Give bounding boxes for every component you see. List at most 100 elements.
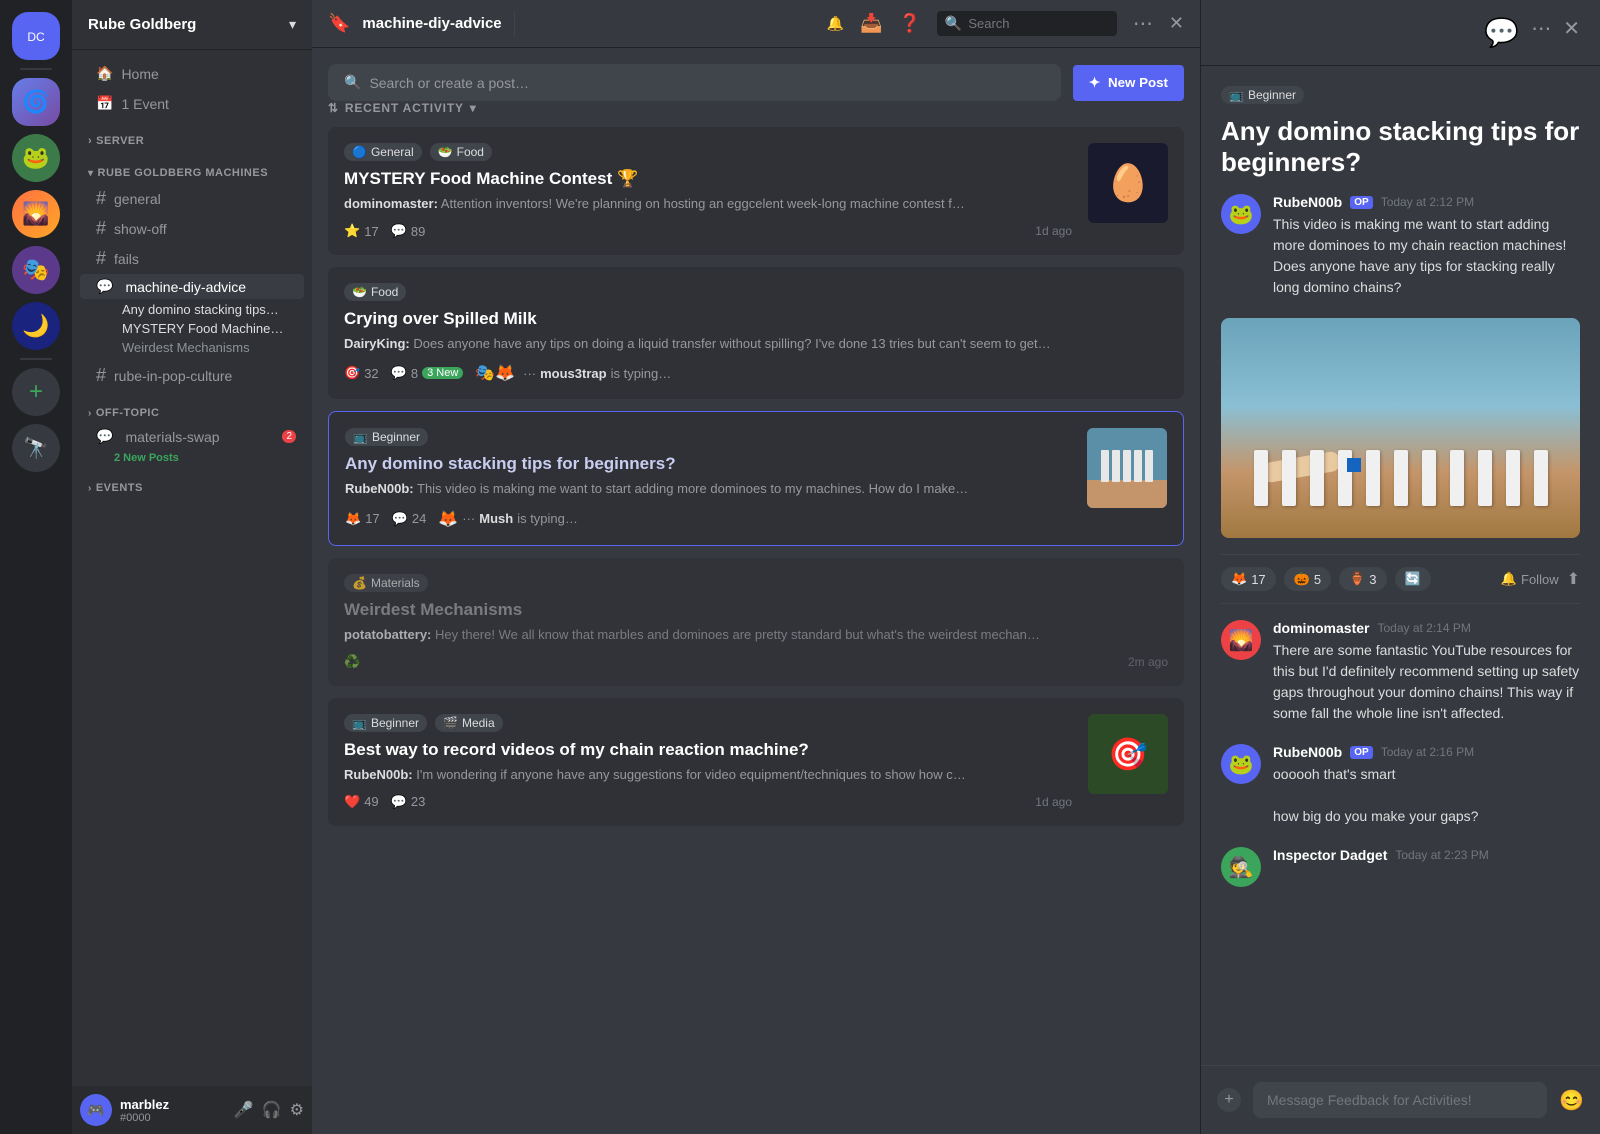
- sidebar-channel-machine-diy[interactable]: 💬 machine-diy-advice: [80, 274, 304, 299]
- reactions-4: ♻️: [344, 654, 360, 670]
- forum-search-input[interactable]: [369, 75, 1044, 91]
- post-thumbnail-3: [1087, 428, 1167, 508]
- new-post-button[interactable]: ✦ New Post: [1073, 65, 1184, 101]
- post-preview-2: DairyKing: Does anyone have any tips on …: [344, 335, 1168, 353]
- discord-home-button[interactable]: DC: [12, 12, 60, 60]
- post-title-2: Crying over Spilled Milk: [344, 309, 1168, 329]
- inbox-icon[interactable]: 📥: [860, 13, 882, 34]
- tag-food[interactable]: 🥗 Food: [430, 143, 492, 161]
- post-card-4[interactable]: 💰 Materials Weirdest Mechanisms potatoba…: [328, 558, 1184, 686]
- thread-tag-beginner[interactable]: 📺 Beginner: [1221, 86, 1304, 104]
- sidebar-item-home[interactable]: 🏠 Home: [80, 59, 304, 88]
- hash-icon-4: #: [96, 365, 106, 386]
- activity-header[interactable]: ⇅ RECENT ACTIVITY ▾: [328, 101, 1184, 115]
- reactions-3: 🦊 17: [345, 511, 380, 527]
- post-preview-4: potatobattery: Hey there! We all know th…: [344, 626, 1168, 644]
- new-post-icon: ✦: [1089, 75, 1100, 91]
- tag-general[interactable]: 🔵 General: [344, 143, 422, 161]
- emoji-picker-icon[interactable]: 😊: [1559, 1088, 1584, 1113]
- server-icon-5[interactable]: 🌙: [12, 302, 60, 350]
- reaction-urn[interactable]: 🏺3: [1339, 567, 1386, 591]
- sidebar-nav: 🏠 Home 📅 1 Event › SERVER ▾ RUBE GOLDBER…: [72, 50, 312, 1086]
- server-icon-2[interactable]: 🐸: [12, 134, 60, 182]
- post-card-5[interactable]: 📺 Beginner 🎬 Media Best way to record vi…: [328, 698, 1184, 826]
- section-rgb-machines: ▾ RUBE GOLDBERG MACHINES: [72, 151, 312, 183]
- section-events[interactable]: › EVENTS: [72, 466, 312, 498]
- settings-icon[interactable]: ⚙: [290, 1100, 304, 1120]
- thread-content: 📺 Beginner Any domino stacking tips for …: [1201, 66, 1600, 1065]
- chevron-right-icon-events: ›: [88, 483, 92, 494]
- post-meta-1: ⭐ 17 💬 89 1d ago: [344, 223, 1072, 239]
- channel-name-diy: machine-diy-advice: [125, 279, 246, 295]
- more-options-icon[interactable]: ⋯: [1133, 11, 1153, 36]
- reaction-cycle[interactable]: 🔄: [1395, 567, 1431, 591]
- forum-icon-2: 💬: [96, 428, 113, 445]
- reaction-pumpkin[interactable]: 🎃5: [1284, 567, 1331, 591]
- add-message-button[interactable]: +: [1217, 1088, 1241, 1112]
- post-title-1: MYSTERY Food Machine Contest 🏆: [344, 169, 1072, 189]
- tag-media[interactable]: 🎬 Media: [435, 714, 503, 732]
- sidebar-channel-general[interactable]: # general: [80, 184, 304, 213]
- user-controls: 🎤 🎧 ⚙: [234, 1100, 304, 1120]
- message-content-1: RubeN00b OP Today at 2:12 PM This video …: [1273, 194, 1580, 298]
- time-4: 2m ago: [1128, 655, 1168, 669]
- post-card-1[interactable]: 🔵 General 🥗 Food MYSTERY Food Machine Co…: [328, 127, 1184, 255]
- section-off-topic[interactable]: › OFF-TOPIC: [72, 391, 312, 423]
- message-time-inspector: Today at 2:23 PM: [1395, 848, 1488, 862]
- tag-materials[interactable]: 💰 Materials: [344, 574, 428, 592]
- thread-domino-image: [1221, 318, 1580, 538]
- post-card-3[interactable]: 📺 Beginner Any domino stacking tips for …: [328, 411, 1184, 545]
- thread-item-3[interactable]: Weirdest Mechanisms: [80, 338, 304, 357]
- reactions-1: ⭐ 17: [344, 223, 379, 239]
- thread-item-2[interactable]: MYSTERY Food Machine…: [80, 319, 304, 338]
- headset-icon[interactable]: 🎧: [262, 1100, 282, 1120]
- tag-beginner[interactable]: 📺 Beginner: [345, 428, 428, 446]
- thread-item-1[interactable]: Any domino stacking tips…: [80, 300, 304, 319]
- header-actions: 🔔 📥 ❓ 🔍 ⋯ ✕: [827, 11, 1184, 36]
- post-tags-4: 💰 Materials: [344, 574, 1168, 592]
- microphone-icon[interactable]: 🎤: [234, 1100, 254, 1120]
- add-server-button[interactable]: +: [12, 368, 60, 416]
- server-icon-bar: DC 🌀 🐸 🌄 🎭 🌙 + 🔭: [0, 0, 72, 1134]
- server-divider: [20, 68, 52, 70]
- user-avatar: 🎮: [80, 1094, 112, 1126]
- server-icon-3[interactable]: 🌄: [12, 190, 60, 238]
- server-icon-4[interactable]: 🎭: [12, 246, 60, 294]
- server-icon-1[interactable]: 🌀: [12, 78, 60, 126]
- post-meta-3: 🦊 17 💬 24 🦊 ··· Mush is typing…: [345, 509, 1071, 529]
- tag-beginner-2[interactable]: 📺 Beginner: [344, 714, 427, 732]
- sidebar-channel-materials[interactable]: 💬 materials-swap 2: [80, 424, 304, 449]
- close-panel-icon[interactable]: ✕: [1563, 16, 1580, 49]
- sidebar-item-events[interactable]: 📅 1 Event: [80, 89, 304, 118]
- sidebar-channel-showoff[interactable]: # show-off: [80, 214, 304, 243]
- close-icon[interactable]: ✕: [1169, 13, 1184, 34]
- typing-ellipsis-3: ···: [462, 511, 475, 526]
- server-header[interactable]: Rube Goldberg ▾: [72, 0, 312, 50]
- username: marblez: [120, 1097, 226, 1112]
- section-label-rgb: RUBE GOLDBERG MACHINES: [98, 167, 269, 179]
- reactions-2: 🎯 32: [344, 365, 379, 381]
- message-input[interactable]: [1253, 1082, 1547, 1118]
- comments-5: 💬 23: [391, 794, 426, 810]
- section-server[interactable]: › SERVER: [72, 119, 312, 151]
- author-inspector: Inspector Dadget: [1273, 847, 1387, 863]
- discover-button[interactable]: 🔭: [12, 424, 60, 472]
- bell-icon[interactable]: 🔔: [827, 15, 844, 32]
- follow-button[interactable]: 🔔 Follow: [1501, 571, 1559, 587]
- sidebar-channel-fails[interactable]: # fails: [80, 244, 304, 273]
- share-button[interactable]: ⬆: [1567, 569, 1580, 589]
- tag-food-2[interactable]: 🥗 Food: [344, 283, 406, 301]
- message-header-ruben-2: RubeN00b OP Today at 2:16 PM: [1273, 744, 1580, 760]
- help-icon[interactable]: ❓: [898, 13, 920, 34]
- new-posts-label: 2 New Posts: [72, 450, 312, 466]
- reaction-fox[interactable]: 🦊17: [1221, 567, 1276, 591]
- post-meta-4: ♻️ 2m ago: [344, 654, 1168, 670]
- post-meta-2: 🎯 32 💬 8 3 New 🎭🦊 ··· mous3trap is typin…: [344, 363, 1168, 383]
- post-card-2[interactable]: 🥗 Food Crying over Spilled Milk DairyKin…: [328, 267, 1184, 399]
- post-title-5: Best way to record videos of my chain re…: [344, 740, 1072, 760]
- sidebar-channel-pop-culture[interactable]: # rube-in-pop-culture: [80, 361, 304, 390]
- ellipsis-icon[interactable]: ⋯: [1531, 16, 1551, 49]
- search-input[interactable]: [968, 16, 1109, 31]
- header-search-box[interactable]: 🔍: [937, 11, 1117, 36]
- forum-search-box[interactable]: 🔍: [328, 64, 1061, 101]
